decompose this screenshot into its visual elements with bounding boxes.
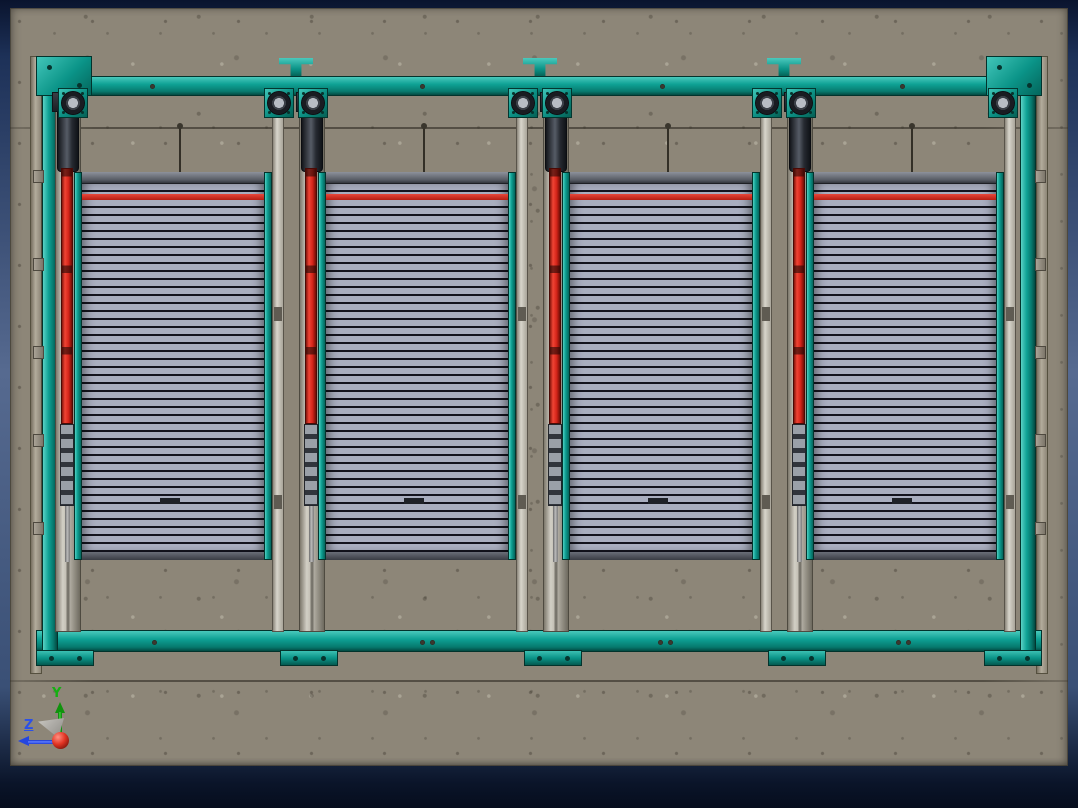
bolt xyxy=(150,84,155,89)
bearing-block[interactable] xyxy=(264,88,294,118)
drive-motor[interactable] xyxy=(301,112,323,172)
bearing-block[interactable] xyxy=(508,88,538,118)
bolt xyxy=(420,84,425,89)
guide-rod xyxy=(797,506,802,562)
bolt xyxy=(658,640,663,645)
panel-slats xyxy=(82,184,264,552)
panel-latch xyxy=(160,498,180,504)
bearing-block[interactable] xyxy=(298,88,328,118)
post-clip xyxy=(33,346,44,359)
z-axis-label: Z xyxy=(24,718,34,733)
post-clip xyxy=(1035,434,1046,447)
panel-rail-left xyxy=(318,172,326,560)
bolt xyxy=(906,640,911,645)
panel-rail-left xyxy=(806,172,814,560)
bolt xyxy=(896,640,901,645)
drive-motor[interactable] xyxy=(57,112,79,172)
panel-top-rail xyxy=(82,172,264,184)
bearing-block[interactable] xyxy=(542,88,572,118)
panel-bottom-rail xyxy=(814,552,996,560)
bolt xyxy=(668,640,673,645)
edge-column-left[interactable] xyxy=(30,56,42,674)
cad-3d-viewport[interactable]: Y Z xyxy=(0,0,1078,808)
post-clip xyxy=(33,258,44,271)
panel-rail-right xyxy=(508,172,516,560)
carriage-mechanism[interactable] xyxy=(304,424,318,506)
shutter-panel[interactable] xyxy=(806,172,1004,560)
bolt xyxy=(152,640,157,645)
wall-seam xyxy=(10,680,1068,682)
bolt xyxy=(660,84,665,89)
panel-latch xyxy=(404,498,424,504)
carriage-mechanism[interactable] xyxy=(792,424,806,506)
panel-red-slat xyxy=(82,194,264,200)
lift-bay-assembly xyxy=(52,76,291,656)
y-axis-label: Y xyxy=(52,686,62,701)
post-clip xyxy=(1035,170,1046,183)
drive-motor[interactable] xyxy=(789,112,811,172)
panel-rail-right xyxy=(996,172,1004,560)
side-guide-rail[interactable] xyxy=(516,96,528,632)
bearing-block[interactable] xyxy=(752,88,782,118)
post-clip xyxy=(33,522,44,535)
panel-top-rail xyxy=(814,172,996,184)
post-clip xyxy=(1035,346,1046,359)
guide-rod xyxy=(553,506,558,562)
coordinate-triad: Y Z xyxy=(16,686,108,760)
post-clip xyxy=(1035,522,1046,535)
lift-actuator[interactable] xyxy=(549,168,561,424)
panel-rail-left xyxy=(74,172,82,560)
bolt xyxy=(420,640,425,645)
panel-latch xyxy=(648,498,668,504)
lift-actuator[interactable] xyxy=(61,168,73,424)
panel-rail-left xyxy=(562,172,570,560)
carriage-mechanism[interactable] xyxy=(548,424,562,506)
lift-actuator[interactable] xyxy=(305,168,317,424)
panel-slats xyxy=(570,184,752,552)
side-guide-rail[interactable] xyxy=(272,96,284,632)
edge-column-right[interactable] xyxy=(1036,56,1048,674)
panel-slats xyxy=(814,184,996,552)
panel-bottom-rail xyxy=(570,552,752,560)
post-clip xyxy=(1035,258,1046,271)
panel-slats xyxy=(326,184,508,552)
carriage-mechanism[interactable] xyxy=(60,424,74,506)
mount-pin xyxy=(909,123,915,172)
lift-bay-assembly xyxy=(784,76,1023,656)
shutter-panel[interactable] xyxy=(74,172,272,560)
lift-actuator[interactable] xyxy=(793,168,805,424)
side-guide-rail[interactable] xyxy=(760,96,772,632)
panel-red-slat xyxy=(326,194,508,200)
guide-rod xyxy=(65,506,70,562)
shutter-panel[interactable] xyxy=(318,172,516,560)
post-clip xyxy=(33,170,44,183)
panel-top-rail xyxy=(326,172,508,184)
panel-bottom-rail xyxy=(326,552,508,560)
panel-bottom-rail xyxy=(82,552,264,560)
panel-red-slat xyxy=(570,194,752,200)
lift-bay-assembly xyxy=(540,76,779,656)
shutter-panel[interactable] xyxy=(562,172,760,560)
panel-latch xyxy=(892,498,912,504)
drive-motor[interactable] xyxy=(545,112,567,172)
panel-top-rail xyxy=(570,172,752,184)
bearing-block[interactable] xyxy=(988,88,1018,118)
guide-rod xyxy=(309,506,314,562)
bolt xyxy=(430,640,435,645)
mount-pin xyxy=(177,123,183,172)
panel-red-slat xyxy=(814,194,996,200)
bolt xyxy=(900,84,905,89)
origin-sphere-icon xyxy=(52,732,69,749)
lift-bay-assembly xyxy=(296,76,535,656)
bearing-block[interactable] xyxy=(786,88,816,118)
post-clip xyxy=(33,434,44,447)
panel-rail-right xyxy=(752,172,760,560)
panel-rail-right xyxy=(264,172,272,560)
side-guide-rail[interactable] xyxy=(1004,96,1016,632)
mount-pin xyxy=(665,123,671,172)
mount-pin xyxy=(421,123,427,172)
bearing-block[interactable] xyxy=(58,88,88,118)
